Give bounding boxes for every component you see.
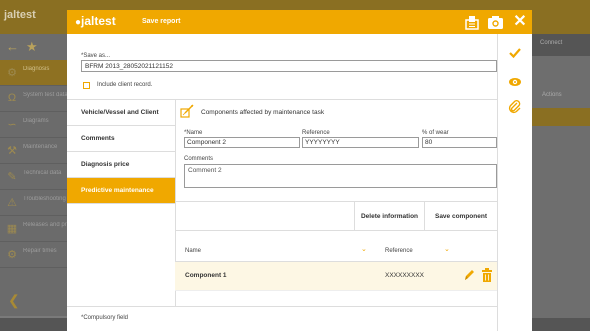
compulsory-note: *Compulsory field (81, 315, 129, 321)
reference-label: Reference (302, 130, 330, 136)
column-header-reference[interactable]: Reference (385, 248, 413, 254)
component-name-cell: Component 1 (185, 272, 227, 279)
bg-sidebar-label: Repair times (23, 248, 57, 254)
pencil-icon[interactable] (463, 268, 475, 282)
releases-icon: ▦ (6, 223, 18, 235)
back-arrow-icon[interactable]: ← (6, 39, 19, 54)
camera-icon[interactable] (487, 14, 504, 30)
bg-sidebar-item-releases: ▦ Releases and procedures (0, 216, 68, 242)
tab-diagnosis-price[interactable]: Diagnosis price (67, 152, 175, 178)
chevron-down-icon[interactable]: ⌄ (361, 245, 367, 253)
maintenance-icon: ⚒ (7, 145, 17, 157)
background-nav: ← ★ (0, 34, 68, 60)
diagnosis-icon: ⚙ (7, 67, 17, 79)
name-input[interactable] (184, 137, 300, 148)
diagrams-icon: ∽ (7, 119, 17, 131)
bg-sidebar-item-repair-times: ⚙ Repair times (0, 242, 68, 268)
dialog-header: ●jaltest Save report ✕ (67, 10, 532, 34)
save-report-dialog: ●jaltest Save report ✕ *Save as... Inclu… (67, 10, 532, 331)
dialog-title: Save report (142, 18, 181, 25)
comments-label: Comments (184, 156, 214, 162)
bg-sidebar-label: Releases and procedures (23, 222, 67, 228)
trash-icon[interactable] (482, 268, 492, 282)
bg-sidebar-label: Maintenance (23, 144, 58, 150)
troubleshoot-icon: ⚠ (7, 197, 17, 209)
logo-text: jaltest (81, 14, 116, 28)
bg-sidebar-label: Diagrams (23, 118, 49, 124)
chevron-down-icon[interactable]: ⌄ (444, 245, 450, 253)
components-maintenance-icon (180, 104, 194, 118)
tab-vehicle-client[interactable]: Vehicle/Vessel and Client (67, 100, 175, 126)
background-logo: jaltest (4, 9, 36, 21)
bg-actions-label: Actions (542, 92, 562, 98)
bg-sidebar-label: Troubleshooting symptoms (23, 196, 67, 202)
eye-icon[interactable] (508, 75, 522, 89)
bg-back-chevron-icon: ❮ (8, 292, 20, 308)
bg-connect-button: Connect (532, 34, 590, 56)
background-sidebar: ⚙ Diagnosis Ω System test data ∽ Diagram… (0, 60, 68, 316)
bg-highlight-bar (532, 108, 590, 126)
bg-sidebar-item-diagrams: ∽ Diagrams (0, 112, 68, 138)
background-right-header (532, 0, 590, 34)
repair-times-icon: ⚙ (7, 249, 17, 261)
close-icon[interactable]: ✕ (511, 12, 529, 32)
system-test-icon: Ω (7, 92, 17, 104)
technical-icon: ✎ (7, 171, 17, 183)
bg-sidebar-label: Technical data (23, 170, 62, 176)
paperclip-icon[interactable] (508, 100, 522, 114)
reference-input[interactable] (302, 137, 419, 148)
wear-input[interactable] (422, 137, 497, 148)
delete-information-button[interactable]: Delete information (354, 202, 424, 230)
components-heading: Components affected by maintenance task (201, 109, 325, 116)
divider (175, 290, 497, 291)
bg-sidebar-item-diagnosis: ⚙ Diagnosis (0, 60, 68, 86)
checkmark-icon[interactable] (508, 46, 522, 60)
jaltest-logo: ●jaltest (75, 14, 116, 28)
star-icon[interactable]: ★ (26, 39, 38, 55)
column-header-name[interactable]: Name (185, 248, 201, 254)
bg-sidebar-item-maintenance: ⚒ Maintenance (0, 138, 68, 164)
comments-textarea[interactable]: Comment 2 (184, 164, 497, 188)
component-reference-cell: XXXXXXXXX (385, 272, 425, 279)
tab-predictive-maintenance[interactable]: Predictive maintenance (67, 178, 175, 204)
bg-sidebar-label: Diagnosis (23, 66, 50, 72)
wear-label: % of wear (422, 130, 449, 136)
bg-sidebar-item-troubleshooting: ⚠ Troubleshooting symptoms (0, 190, 68, 216)
save-component-button[interactable]: Save component (424, 202, 497, 230)
name-label: *Name (184, 130, 203, 136)
tab-comments[interactable]: Comments (67, 126, 175, 152)
dialog-action-sidebar (497, 34, 532, 331)
divider (67, 306, 497, 307)
table-row[interactable]: Component 1 XXXXXXXXX (175, 262, 497, 290)
bg-sidebar-item-technical: ✎ Technical data (0, 164, 68, 190)
bg-sidebar-label: System test data (23, 92, 67, 98)
bg-sidebar-item-system-test: Ω System test data (0, 86, 68, 112)
include-client-checkbox[interactable] (83, 82, 90, 89)
include-client-label: Include client record. (97, 82, 153, 88)
save-as-label: *Save as... (81, 53, 111, 59)
document-icon[interactable] (464, 14, 480, 30)
save-as-input[interactable] (81, 60, 497, 72)
divider (175, 230, 497, 231)
